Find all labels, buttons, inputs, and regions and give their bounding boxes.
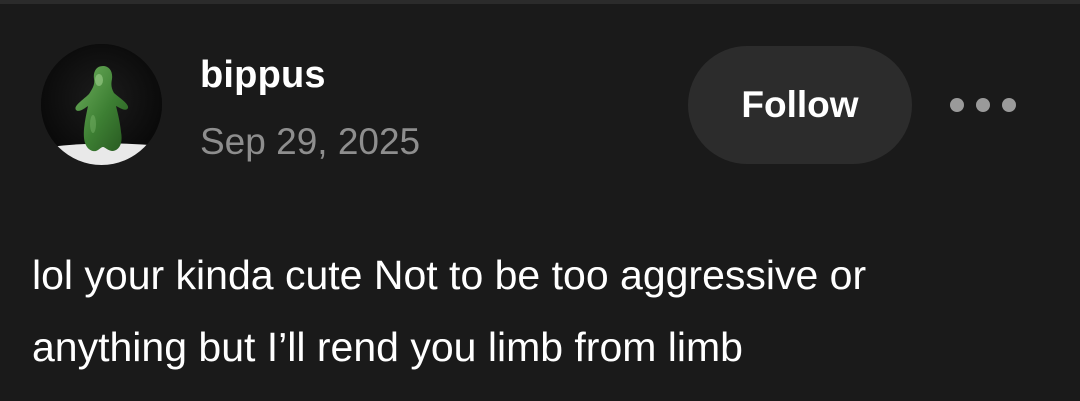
avatar-image (41, 44, 162, 165)
post-date: Sep 29, 2025 (200, 121, 421, 162)
post-body-line: lol your kinda cute Not to be too aggres… (32, 252, 867, 298)
post-body-line: anything but I’ll rend you limb from lim… (32, 324, 743, 370)
post-card: bippus Sep 29, 2025 Follow lol your kind… (0, 0, 1080, 401)
avatar[interactable] (41, 44, 162, 165)
more-dot (1002, 98, 1016, 112)
post-body: lol your kinda cute Not to be too aggres… (32, 239, 1052, 383)
more-dot (976, 98, 990, 112)
follow-button[interactable]: Follow (688, 46, 912, 164)
more-options-icon[interactable] (950, 86, 1016, 124)
more-dot (950, 98, 964, 112)
username[interactable]: bippus (200, 52, 326, 98)
